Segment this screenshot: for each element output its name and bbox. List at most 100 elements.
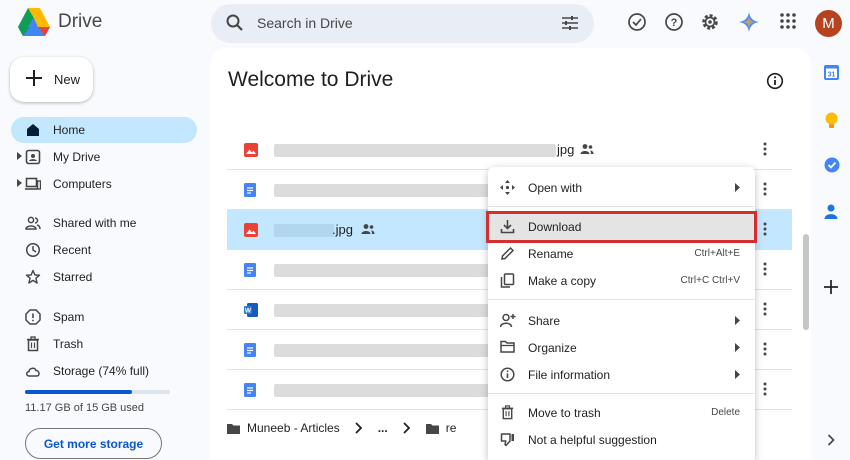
sidebar-item-home[interactable]: Home (11, 117, 197, 143)
chevron-right-icon (355, 422, 362, 434)
trash-icon (501, 405, 514, 420)
file-name-extension: .jpg (332, 222, 353, 237)
more-actions-icon[interactable] (763, 302, 767, 316)
more-actions-icon[interactable] (763, 182, 767, 196)
chevron-right-icon (403, 422, 411, 434)
calendar-icon[interactable]: 31 (824, 65, 839, 80)
sidebar-item-my-drive[interactable]: My Drive (11, 144, 197, 170)
keep-icon[interactable] (824, 112, 839, 129)
drive-logo-icon (18, 8, 50, 36)
sidebar-item-computers[interactable]: Computers (11, 171, 197, 197)
svg-text:31: 31 (828, 72, 836, 79)
chevron-right-icon[interactable] (827, 434, 835, 446)
app-name: Drive (58, 11, 103, 32)
submenu-arrow-icon (735, 370, 740, 379)
ready-for-offline-icon[interactable] (627, 12, 647, 32)
menu-divider (488, 393, 755, 394)
redacted-filename (274, 264, 489, 277)
menu-item-shortcut: Ctrl+C Ctrl+V (680, 275, 740, 286)
sidebar-item-label: My Drive (53, 150, 101, 164)
search-icon[interactable] (225, 13, 245, 33)
google-docs-icon (244, 343, 256, 357)
add-addon-plus-icon[interactable] (824, 280, 838, 294)
get-more-storage-button[interactable]: Get more storage (25, 428, 162, 459)
menu-item-share[interactable]: Share (488, 307, 755, 334)
redacted-filename (274, 224, 334, 237)
more-actions-icon[interactable] (763, 342, 767, 356)
menu-item-label: Make a copy (528, 274, 597, 288)
shared-people-icon (361, 224, 375, 234)
sidebar-item-label: Spam (53, 310, 85, 324)
submenu-arrow-icon (735, 343, 740, 352)
menu-item-not-helpful[interactable]: Not a helpful suggestion (488, 426, 755, 453)
more-actions-icon[interactable] (763, 142, 767, 156)
scrollbar[interactable] (803, 234, 809, 330)
breadcrumb-folder[interactable]: Muneeb - Articles (247, 421, 340, 435)
file-row[interactable]: jpg (227, 130, 792, 170)
menu-item-open-with[interactable]: Open with (488, 174, 755, 201)
menu-item-label: Move to trash (528, 406, 601, 420)
help-icon[interactable]: ? (664, 12, 684, 32)
search-options-icon[interactable] (561, 15, 579, 31)
sidebar-item-trash[interactable]: Trash (11, 331, 197, 357)
menu-item-shortcut: Ctrl+Alt+E (694, 248, 740, 259)
folder-open-icon (500, 340, 515, 353)
menu-item-label: Rename (528, 247, 574, 261)
computers-icon (25, 177, 41, 190)
redacted-filename (274, 304, 489, 317)
open-with-icon (500, 180, 515, 195)
feedback-thumb-down-icon (500, 433, 514, 447)
search-input[interactable] (257, 15, 517, 31)
spam-icon (25, 309, 41, 325)
menu-item-shortcut: Delete (711, 407, 740, 418)
more-actions-icon[interactable] (763, 222, 767, 236)
expand-arrow-icon[interactable] (17, 152, 22, 160)
shared-people-icon (580, 144, 594, 154)
svg-text:?: ? (671, 17, 678, 29)
file-name-extension: jpg (557, 142, 575, 157)
storage-progress-bar (25, 390, 170, 394)
gemini-sparkle-icon[interactable] (739, 12, 759, 32)
settings-gear-icon[interactable] (700, 12, 720, 32)
more-actions-icon[interactable] (763, 262, 767, 276)
redacted-filename (274, 184, 489, 197)
tasks-icon[interactable] (824, 157, 840, 173)
share-person-add-icon (500, 313, 516, 328)
info-icon[interactable] (766, 72, 784, 90)
storage-progress-fill (25, 390, 133, 394)
expand-arrow-icon[interactable] (17, 179, 22, 187)
folder-icon (227, 423, 240, 434)
new-button-label: New (54, 72, 81, 87)
more-actions-icon[interactable] (763, 382, 767, 396)
menu-item-rename[interactable]: Rename Ctrl+Alt+E (488, 240, 755, 267)
menu-item-move-to-trash[interactable]: Move to trash Delete (488, 399, 755, 426)
menu-item-file-information[interactable]: File information (488, 361, 755, 388)
new-button[interactable]: New (10, 57, 93, 102)
menu-item-make-a-copy[interactable]: Make a copy Ctrl+C Ctrl+V (488, 267, 755, 294)
sidebar-item-recent[interactable]: Recent (11, 237, 197, 263)
menu-item-organize[interactable]: Organize (488, 334, 755, 361)
apps-grid-icon[interactable] (779, 12, 797, 30)
redacted-filename (274, 344, 489, 357)
breadcrumb-ellipsis[interactable]: ... (378, 421, 388, 435)
storage-used-text: 11.17 GB of 15 GB used (25, 402, 145, 414)
copy-icon (500, 273, 515, 288)
star-icon (25, 269, 41, 284)
sidebar-item-label: Shared with me (53, 216, 137, 230)
sidebar-item-starred[interactable]: Starred (11, 264, 197, 290)
sidebar-item-shared-with-me[interactable]: Shared with me (11, 210, 197, 236)
google-docs-icon (244, 183, 256, 197)
submenu-arrow-icon (735, 183, 740, 192)
menu-item-label: File information (528, 368, 611, 382)
trash-icon (27, 336, 39, 352)
menu-item-label: Organize (528, 341, 577, 355)
folder-icon (425, 423, 439, 434)
sidebar-item-spam[interactable]: Spam (11, 304, 197, 330)
avatar[interactable]: M (815, 10, 842, 37)
image-file-icon (244, 223, 258, 237)
sidebar-item-storage[interactable]: Storage (74% full) (11, 358, 197, 384)
drive-logo[interactable]: Drive (18, 8, 102, 36)
search-bar[interactable] (211, 4, 594, 43)
contacts-icon[interactable] (824, 204, 838, 219)
breadcrumb-next-folder[interactable]: re (446, 421, 457, 435)
